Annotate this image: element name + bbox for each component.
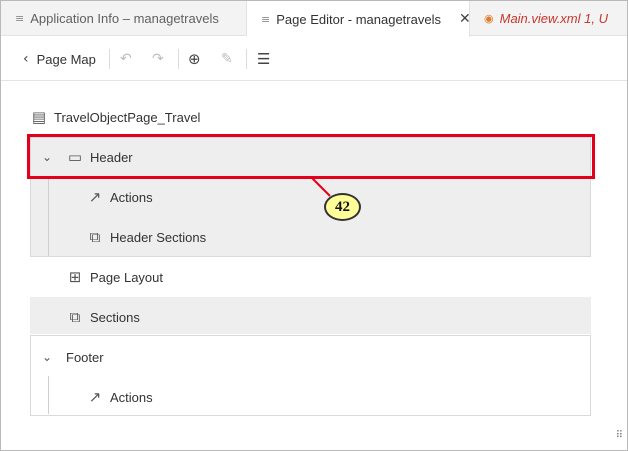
open-external-icon: ↗ [88, 388, 102, 406]
tree-item-page-layout[interactable]: ⊞ Page Layout [66, 267, 163, 287]
tree-item-label: Footer [66, 349, 104, 365]
resize-grip-icon[interactable]: ⠿ [616, 431, 624, 441]
tree-item-header-sections[interactable]: ⧉ Header Sections [86, 227, 206, 247]
puzzle-icon: ⧉ [89, 228, 101, 246]
tree-guide-line [48, 178, 49, 256]
tree-item-label: Header Sections [110, 229, 207, 245]
tree-item-footer[interactable]: ⌄ Footer [40, 347, 104, 367]
chevron-down-icon[interactable]: ⌄ [40, 350, 54, 364]
tree-item-label: Page Layout [90, 269, 164, 285]
tree-guide-line [48, 376, 49, 414]
tree-item-sections[interactable]: ⧉ Sections [66, 307, 140, 327]
page-map-tree: ▤ TravelObjectPage_Travel ⌄ ▭ Header ↗ A… [0, 0, 628, 451]
callout-number-badge: 42 [324, 193, 361, 221]
tree-item-label: Sections [90, 309, 140, 325]
layout-grid-icon: ⊞ [68, 268, 82, 286]
tree-item-header-actions[interactable]: ↗ Actions [86, 187, 153, 207]
tree-item-label: Actions [110, 189, 153, 205]
open-external-icon: ↗ [88, 188, 102, 206]
tree-item-label: Actions [110, 389, 153, 405]
object-page-icon: ▤ [31, 108, 47, 126]
header-highlight-box [27, 134, 595, 179]
puzzle-icon: ⧉ [69, 308, 81, 326]
tree-item-footer-actions[interactable]: ↗ Actions [86, 387, 153, 407]
tree-item-label: TravelObjectPage_Travel [54, 109, 201, 125]
tree-root-item[interactable]: ▤ TravelObjectPage_Travel [30, 107, 201, 127]
